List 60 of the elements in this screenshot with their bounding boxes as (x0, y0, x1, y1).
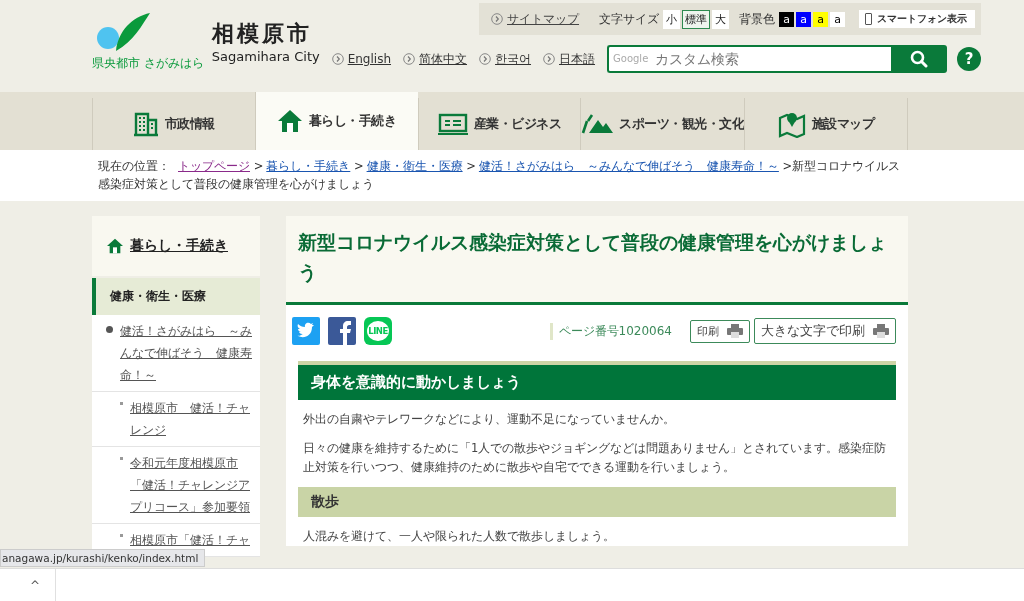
search-button[interactable] (891, 45, 947, 73)
font-size-button[interactable]: 大 (712, 9, 729, 29)
help-button[interactable]: ? (957, 47, 981, 71)
sitemap-link[interactable]: サイトマップ (507, 10, 579, 28)
paragraph: 日々の健康を維持するために「1人での散歩やジョギングなどは問題ありません」とされています。感染症防止対策を行いつつ、健康維持のために散歩や自宅でできる運動を行いましょう。 (303, 440, 888, 476)
bullet-icon (120, 402, 123, 405)
search-icon (910, 50, 928, 68)
font-size-label: 文字サイズ (599, 10, 659, 28)
printer-icon (873, 324, 889, 338)
language-link[interactable]: 한국어 (495, 50, 531, 68)
background-color-label: 背景色 (739, 10, 775, 28)
background-color-button[interactable]: a (779, 11, 794, 27)
city-name: 相模原市 (211, 20, 313, 48)
article-title: 新型コロナウイルス感染症対策として普段の健康管理を心がけましょう (298, 231, 888, 285)
map-pin-icon (777, 110, 806, 138)
language-link[interactable]: English (347, 52, 391, 66)
bullet-icon (106, 326, 113, 333)
logo-tagline: 県央都市 さがみはら (92, 55, 204, 72)
print-button[interactable]: 印刷 (690, 319, 750, 343)
background-color-button[interactable]: a (796, 11, 811, 27)
breadcrumb-link[interactable]: トップページ (178, 159, 250, 173)
paragraph: 人混みを避けて、一人や限られた人数で散歩しましょう。 (303, 528, 616, 545)
bullet-icon (120, 534, 123, 537)
url-tooltip: anagawa.jp/kurashi/kenko/index.html (0, 549, 206, 567)
language-link[interactable]: 日本語 (559, 50, 595, 68)
breadcrumb: 現在の位置： トップページ > 暮らし・手続き > 健康・衛生・医療 > 健活！さがみはら ～みんなで伸ばそう 健康寿命！～ >新型コロナウイルス感染症対策として普段の健康管理を心がけましょう (97, 158, 902, 193)
page-number: ページ番号1020064 (549, 322, 672, 340)
chevron-circle-icon (479, 53, 491, 65)
sidebar-title-link[interactable]: 暮らし・手続き (130, 237, 228, 255)
bullet-icon (120, 457, 123, 460)
chevron-circle-icon (403, 53, 415, 65)
house-icon (276, 108, 303, 134)
chevron-circle-icon (543, 53, 555, 65)
subsection-heading: 散歩 (298, 487, 896, 517)
search-brand-label: Google (613, 53, 649, 64)
breadcrumb-link[interactable]: 健活！さがみはら ～みんなで伸ばそう 健康寿命！～ (478, 159, 779, 173)
font-size-button[interactable]: 小 (663, 9, 680, 29)
font-size-button[interactable]: 標準 (682, 9, 710, 29)
house-icon (106, 238, 124, 254)
background-color-button[interactable]: a (830, 11, 845, 27)
city-name-english: Sagamihara City (211, 49, 320, 64)
building-icon (132, 111, 159, 137)
nav-tab[interactable]: 暮らし・手続き (254, 92, 418, 150)
chevron-circle-icon (491, 13, 503, 25)
printer-icon (727, 324, 743, 338)
monitor-icon (437, 112, 468, 136)
breadcrumb-link[interactable]: 健康・衛生・医療 (366, 159, 463, 173)
caret-icon[interactable]: ^ (30, 578, 41, 593)
bird-icon[interactable] (292, 317, 320, 345)
sidebar-section-heading: 健康・衛生・医療 (92, 278, 260, 315)
mountain-icon (581, 113, 614, 135)
background-color-button[interactable]: a (813, 11, 828, 27)
chevron-circle-icon (331, 53, 344, 65)
facebook-icon[interactable] (328, 317, 356, 345)
smartphone-view-button[interactable]: スマートフォン表示 (859, 10, 975, 28)
section-heading: 身体を意識的に動かしましょう (298, 361, 896, 400)
language-link[interactable]: 简体中文 (419, 50, 467, 68)
breadcrumb-link[interactable]: 暮らし・手続き (266, 159, 351, 173)
paragraph: 外出の自粛やテレワークなどにより、運動不足になっていませんか。 (303, 411, 676, 428)
large-print-button[interactable]: 大きな文字で印刷 (754, 318, 896, 344)
